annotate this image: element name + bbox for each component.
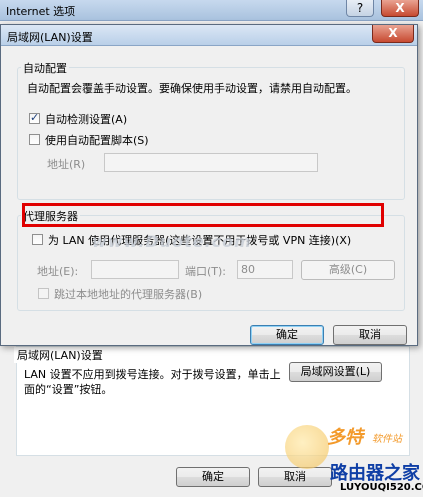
auto-detect-label[interactable]: 自动检测设置(A) bbox=[45, 111, 127, 127]
help-button[interactable]: ? bbox=[346, 0, 374, 17]
proxy-advanced-button[interactable]: 高级(C) bbox=[301, 260, 395, 280]
bypass-local-checkbox[interactable] bbox=[38, 288, 49, 299]
duote-watermark: www.Duote.com bbox=[92, 232, 252, 251]
proxy-port-label: 端口(T): bbox=[185, 265, 227, 278]
options-ok-button[interactable]: 确定 bbox=[176, 467, 250, 487]
close-button[interactable]: X bbox=[381, 0, 419, 17]
lan-settings-dialog: 局域网(LAN)设置 X 自动配置 自动配置会覆盖手动设置。要确保使用手动设置，… bbox=[0, 24, 418, 346]
lan-cancel-button[interactable]: 取消 bbox=[333, 325, 407, 345]
auto-config-script-checkbox[interactable] bbox=[29, 134, 40, 145]
internet-options-titlebar: Internet 选项 ? X bbox=[0, 0, 423, 21]
lan-ok-button[interactable]: 确定 bbox=[250, 325, 324, 345]
auto-config-title: 自动配置 bbox=[21, 60, 69, 76]
proxy-address-label: 地址(E): bbox=[37, 265, 79, 278]
router-site-url: LUYOUQI520.COM bbox=[340, 482, 423, 493]
auto-config-description: 自动配置会覆盖手动设置。要确保使用手动设置，请禁用自动配置。 bbox=[27, 82, 357, 95]
lan-dialog-titlebar: 局域网(LAN)设置 X bbox=[1, 25, 417, 46]
duote-logo-subtext: 软件站 bbox=[372, 434, 402, 445]
lan-settings-group-title: 局域网(LAN)设置 bbox=[14, 347, 106, 363]
mascot-logo-icon bbox=[285, 425, 329, 469]
lan-dialog-body: 自动配置 自动配置会覆盖手动设置。要确保使用手动设置，请禁用自动配置。 自动检测… bbox=[7, 49, 409, 345]
proxy-port-input[interactable]: 80 bbox=[237, 260, 293, 279]
options-cancel-button[interactable]: 取消 bbox=[258, 467, 332, 487]
lan-dialog-title: 局域网(LAN)设置 bbox=[7, 31, 93, 44]
lan-dialog-close-button[interactable]: X bbox=[372, 25, 414, 43]
auto-detect-checkbox[interactable] bbox=[29, 111, 40, 124]
internet-options-title: Internet 选项 bbox=[6, 5, 76, 18]
lan-settings-button[interactable]: 局域网设置(L) bbox=[289, 362, 382, 382]
script-address-input[interactable] bbox=[104, 153, 318, 172]
use-proxy-checkbox[interactable] bbox=[32, 234, 43, 245]
proxy-address-input[interactable] bbox=[91, 260, 179, 279]
highlight-box bbox=[22, 203, 384, 227]
bypass-local-label[interactable]: 跳过本地地址的代理服务器(B) bbox=[54, 286, 202, 302]
duote-logo-text: 多特 bbox=[327, 427, 363, 448]
lan-settings-description: LAN 设置不应用到拨号连接。对于拨号设置，单击上面的“设置”按钮。 bbox=[24, 368, 281, 396]
script-address-label: 地址(R) bbox=[47, 158, 86, 171]
auto-config-script-label[interactable]: 使用自动配置脚本(S) bbox=[45, 132, 149, 148]
